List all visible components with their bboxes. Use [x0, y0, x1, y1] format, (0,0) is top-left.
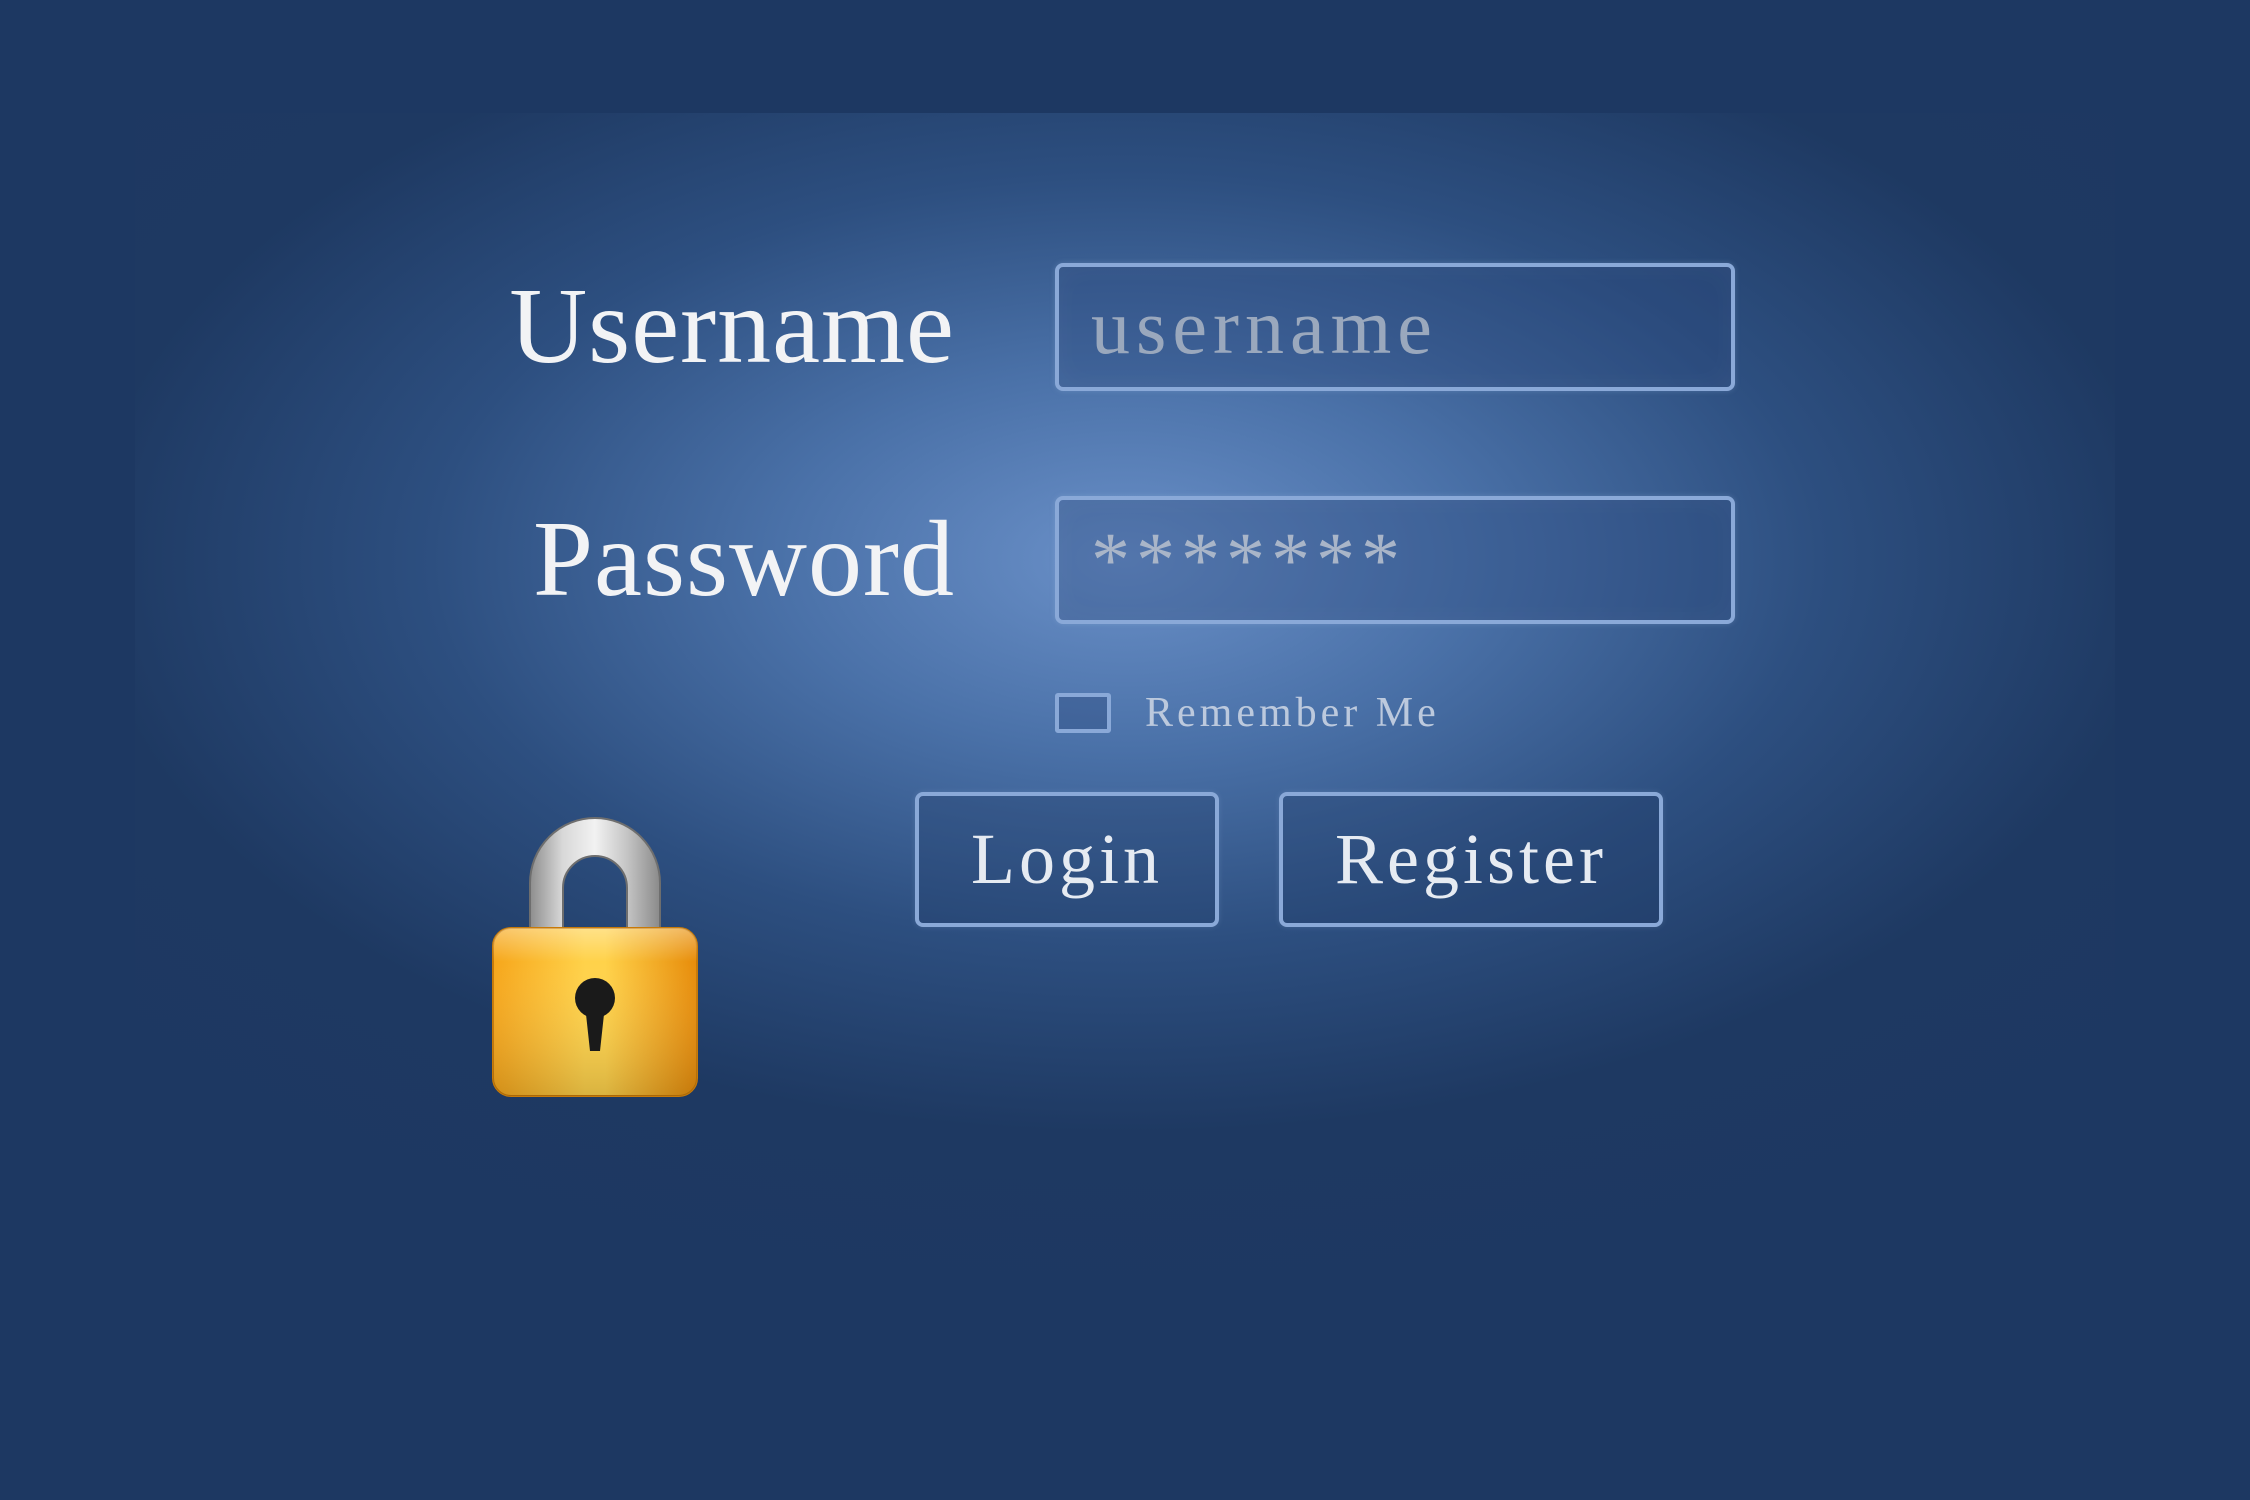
- username-row: Username: [135, 263, 2115, 391]
- login-button[interactable]: Login: [915, 792, 1219, 927]
- login-form: Username Password Remember Me Login Regi…: [135, 263, 2115, 927]
- lock-icon: [465, 793, 725, 1113]
- password-input[interactable]: [1055, 496, 1735, 624]
- register-button[interactable]: Register: [1279, 792, 1663, 927]
- username-label: Username: [135, 265, 1055, 389]
- button-row: Login Register: [915, 792, 2115, 927]
- remember-me-checkbox[interactable]: [1055, 693, 1111, 733]
- password-row: Password: [135, 496, 2115, 624]
- login-panel: Username Password Remember Me Login Regi…: [135, 113, 2115, 1388]
- register-button-label: Register: [1335, 818, 1607, 901]
- username-input[interactable]: [1055, 263, 1735, 391]
- login-button-label: Login: [971, 818, 1163, 901]
- remember-me-label: Remember Me: [1145, 689, 1440, 737]
- remember-me-row: Remember Me: [1055, 689, 2115, 737]
- password-label: Password: [135, 498, 1055, 622]
